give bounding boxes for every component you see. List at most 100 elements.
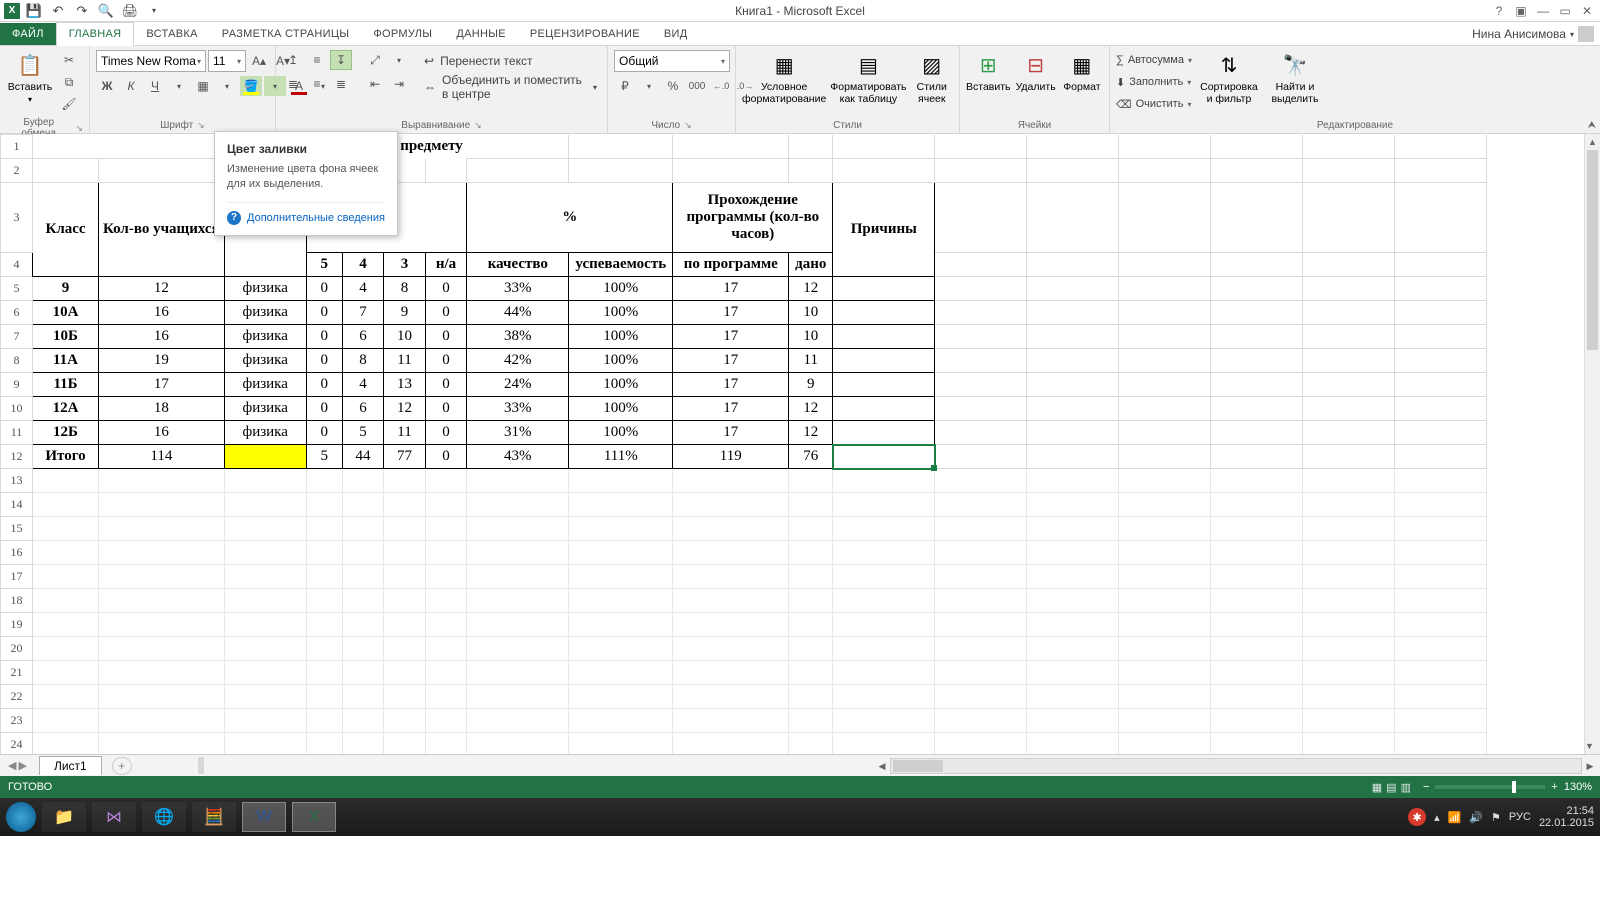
format-cells-button[interactable]: ▦Формат bbox=[1061, 50, 1103, 116]
accounting-more-button[interactable]: ▾ bbox=[638, 76, 660, 96]
zoom-in-button[interactable]: + bbox=[1551, 781, 1557, 793]
ribbon-options-button[interactable]: ▣ bbox=[1512, 4, 1530, 18]
language-indicator[interactable]: РУС bbox=[1509, 811, 1531, 823]
start-button[interactable] bbox=[6, 802, 36, 832]
quick-print-button[interactable]: 🖨 bbox=[120, 2, 140, 20]
insert-cells-button[interactable]: ⊞Вставить bbox=[966, 50, 1011, 116]
clock[interactable]: 21:54 22.01.2015 bbox=[1539, 805, 1594, 829]
align-bottom-button[interactable]: ↧ bbox=[330, 50, 352, 70]
qat-customize-button[interactable]: ▾ bbox=[144, 2, 164, 20]
bold-button[interactable]: Ж bbox=[96, 76, 118, 96]
percent-format-button[interactable]: % bbox=[662, 76, 684, 96]
network-icon[interactable]: 📶 bbox=[1448, 811, 1462, 824]
redo-button[interactable]: ↷ bbox=[72, 2, 92, 20]
show-hidden-icons-button[interactable]: ▴ bbox=[1434, 811, 1440, 824]
sort-filter-button[interactable]: ⇅Сортировка и фильтр bbox=[1200, 50, 1258, 116]
paste-button[interactable]: 📋 Вставить ▾ bbox=[6, 50, 54, 116]
user-account[interactable]: Нина Анисимова ▾ bbox=[1472, 26, 1594, 42]
scroll-right-button[interactable]: ▶ bbox=[1583, 759, 1597, 773]
calculator-taskbar-button[interactable]: 🧮 bbox=[192, 802, 236, 832]
dialog-launcher-icon[interactable]: ↘ bbox=[684, 120, 692, 131]
sheet-nav[interactable]: ◀▶ bbox=[0, 759, 35, 772]
zoom-value[interactable]: 130% bbox=[1564, 781, 1592, 793]
font-size-combo[interactable]: 11▾ bbox=[208, 50, 246, 72]
find-select-button[interactable]: 🔭Найти и выделить bbox=[1266, 50, 1324, 116]
increase-decimal-button[interactable]: ←.0 bbox=[710, 76, 732, 96]
nav-next-icon[interactable]: ▶ bbox=[18, 759, 26, 772]
tooltip-more-link[interactable]: ?Дополнительные сведения bbox=[227, 202, 385, 225]
tab-home[interactable]: ГЛАВНАЯ bbox=[56, 22, 135, 46]
save-button[interactable]: 💾 bbox=[24, 2, 44, 20]
help-button[interactable]: ? bbox=[1490, 4, 1508, 18]
align-top-button[interactable]: ↥ bbox=[282, 50, 304, 70]
scroll-left-button[interactable]: ◀ bbox=[875, 759, 889, 773]
tab-formulas[interactable]: ФОРМУЛЫ bbox=[361, 23, 444, 45]
number-format-combo[interactable]: Общий▾ bbox=[614, 50, 730, 72]
page-layout-view-icon[interactable]: ▤ bbox=[1386, 782, 1396, 794]
scroll-down-button[interactable]: ▼ bbox=[1585, 738, 1594, 754]
dialog-launcher-icon[interactable]: ↘ bbox=[474, 120, 482, 131]
tab-view[interactable]: ВИД bbox=[652, 23, 700, 45]
active-cell[interactable] bbox=[833, 445, 935, 469]
view-shortcuts[interactable]: ▦ ▤ ▥ bbox=[1370, 781, 1413, 794]
copy-button[interactable]: ⧉ bbox=[58, 72, 80, 92]
minimize-button[interactable]: — bbox=[1534, 4, 1552, 18]
dialog-launcher-icon[interactable]: ↘ bbox=[75, 123, 83, 134]
merge-center-button[interactable]: ⇔Объединить и поместить в центре▾ bbox=[420, 76, 601, 98]
underline-button[interactable]: Ч bbox=[144, 76, 166, 96]
close-button[interactable]: ✕ bbox=[1578, 4, 1596, 18]
orientation-button[interactable]: ⤢ bbox=[364, 50, 386, 70]
wrap-text-button[interactable]: ↩Перенести текст bbox=[420, 50, 601, 72]
fill-color-button[interactable]: 🪣 bbox=[240, 76, 262, 96]
excel-taskbar-button[interactable]: X bbox=[292, 802, 336, 832]
horizontal-scrollbar[interactable]: ◀ ▶ bbox=[890, 758, 1582, 774]
collapse-ribbon-button[interactable]: ⮝ bbox=[1588, 120, 1597, 131]
format-as-table-button[interactable]: ▤Форматировать как таблицу bbox=[830, 50, 906, 116]
font-color-button[interactable]: A bbox=[288, 76, 310, 96]
tab-data[interactable]: ДАННЫЕ bbox=[444, 23, 518, 45]
dialog-launcher-icon[interactable]: ↘ bbox=[197, 120, 205, 131]
tray-app-icon[interactable]: ✱ bbox=[1408, 808, 1426, 826]
align-middle-button[interactable]: ≡ bbox=[306, 50, 328, 70]
decrease-indent-button[interactable]: ⇤ bbox=[364, 74, 386, 94]
format-painter-button[interactable]: 🖌 bbox=[58, 94, 80, 114]
font-name-combo[interactable]: Times New Roma▾ bbox=[96, 50, 206, 72]
zoom-out-button[interactable]: − bbox=[1423, 781, 1429, 793]
undo-button[interactable]: ↶ bbox=[48, 2, 68, 20]
borders-more-button[interactable]: ▾ bbox=[216, 76, 238, 96]
autosum-button[interactable]: ∑Автосумма▾ bbox=[1116, 50, 1192, 70]
chrome-taskbar-button[interactable]: 🌐 bbox=[142, 802, 186, 832]
comma-format-button[interactable]: 000 bbox=[686, 76, 708, 96]
action-center-icon[interactable]: ⚑ bbox=[1491, 811, 1501, 824]
increase-font-button[interactable]: A▴ bbox=[248, 51, 270, 71]
cell-styles-button[interactable]: ▨Стили ячеек bbox=[911, 50, 954, 116]
orientation-more-button[interactable]: ▾ bbox=[388, 50, 410, 70]
nav-prev-icon[interactable]: ◀ bbox=[8, 759, 16, 772]
align-right-button[interactable]: ≣ bbox=[330, 74, 352, 94]
volume-icon[interactable]: 🔊 bbox=[1469, 811, 1483, 824]
conditional-formatting-button[interactable]: ▦Условное форматирование bbox=[742, 50, 826, 116]
clear-button[interactable]: ⌫Очистить▾ bbox=[1116, 94, 1192, 114]
print-preview-button[interactable]: 🔍 bbox=[96, 2, 116, 20]
borders-button[interactable]: ▦ bbox=[192, 76, 214, 96]
tab-file[interactable]: ФАЙЛ bbox=[0, 23, 56, 45]
page-break-view-icon[interactable]: ▥ bbox=[1401, 782, 1411, 794]
tab-review[interactable]: РЕЦЕНЗИРОВАНИЕ bbox=[518, 23, 652, 45]
underline-more-button[interactable]: ▾ bbox=[168, 76, 190, 96]
accounting-format-button[interactable]: ₽ bbox=[614, 76, 636, 96]
tab-insert[interactable]: ВСТАВКА bbox=[134, 23, 209, 45]
restore-button[interactable]: ▭ bbox=[1556, 4, 1574, 18]
visualstudio-taskbar-button[interactable]: ⋈ bbox=[92, 802, 136, 832]
italic-button[interactable]: К bbox=[120, 76, 142, 96]
increase-indent-button[interactable]: ⇥ bbox=[388, 74, 410, 94]
zoom-slider[interactable] bbox=[1435, 785, 1545, 789]
fill-button[interactable]: ⬇Заполнить▾ bbox=[1116, 72, 1192, 92]
vertical-scrollbar[interactable]: ▲ ▼ bbox=[1584, 134, 1600, 754]
scroll-thumb[interactable] bbox=[893, 760, 943, 772]
scroll-up-button[interactable]: ▲ bbox=[1585, 134, 1600, 150]
tab-page-layout[interactable]: РАЗМЕТКА СТРАНИЦЫ bbox=[210, 23, 362, 45]
word-taskbar-button[interactable]: W bbox=[242, 802, 286, 832]
scroll-thumb[interactable] bbox=[1587, 150, 1598, 350]
tab-scroll-split[interactable] bbox=[198, 757, 204, 774]
normal-view-icon[interactable]: ▦ bbox=[1372, 782, 1382, 794]
